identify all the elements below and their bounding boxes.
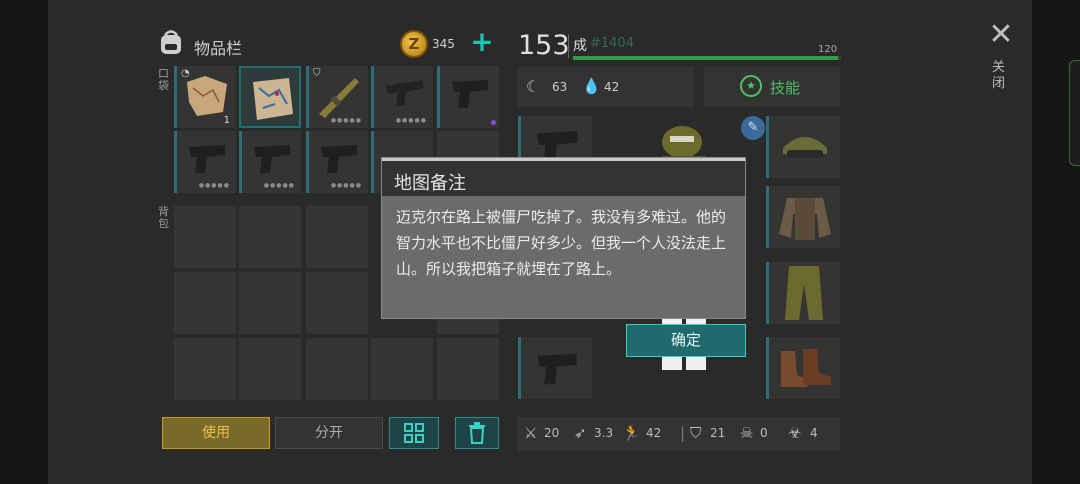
equip-slot-body[interactable]	[766, 186, 840, 248]
durability-dots: ●●●●●	[395, 117, 427, 124]
pistol-icon	[254, 145, 290, 173]
inventory-slot-smg[interactable]: ●●●●●	[371, 66, 433, 128]
player-level: 153	[518, 30, 570, 61]
dialog-body-text: 迈克尔在路上被僵尸吃掉了。我没有多难过。他的智力水平也不比僵尸好多少。但我一个人…	[396, 208, 727, 278]
durability-dots: ●●●●●	[330, 117, 362, 124]
coin-icon: Z	[400, 30, 428, 58]
inventory-slot-pistol[interactable]: ●●●●●	[239, 131, 301, 193]
backpack-label: 背包	[158, 205, 169, 230]
map-icon	[253, 78, 293, 120]
boots-icon	[781, 349, 831, 387]
divider	[568, 34, 569, 58]
armor-shield-icon: ⛉	[690, 424, 702, 442]
map-note-icon	[187, 76, 227, 116]
combat-stats-bar: ⚔ 20 ➶ 3.3 🏃 42 | ⛉ 21 ☠ 0 ☣ 4	[518, 417, 840, 451]
close-icon[interactable]: ✕	[988, 20, 1014, 50]
run-speed-icon: 🏃	[622, 424, 641, 442]
rank-id: #1404	[590, 36, 634, 51]
backpack-slot[interactable]	[174, 272, 236, 334]
item-quantity: 1	[223, 115, 230, 126]
xp-bar-fill	[573, 56, 839, 60]
food-value: 63	[552, 80, 568, 94]
inventory-title: 物品栏	[194, 39, 243, 58]
side-tab-handle[interactable]	[1069, 60, 1080, 166]
equip-slot-secondary-weapon[interactable]	[518, 337, 592, 399]
backpack-slot[interactable]	[174, 206, 236, 268]
confirm-button[interactable]: 确定	[626, 324, 746, 357]
backpack-slot[interactable]	[239, 338, 301, 400]
attack-speed-icon: ➶	[574, 424, 587, 442]
pocket-label: 口袋	[158, 67, 169, 92]
jacket-icon	[779, 198, 831, 240]
pistol-icon	[189, 145, 225, 173]
inventory-slot-pistol[interactable]	[437, 66, 499, 128]
rank-label: 成	[573, 38, 587, 54]
resist2-value: 4	[810, 426, 818, 440]
water-drop-icon: 💧	[582, 77, 601, 95]
use-button[interactable]: 使用	[162, 417, 270, 449]
repair-wrench-icon[interactable]: ✎	[741, 116, 765, 140]
equip-slot-legs[interactable]	[766, 262, 840, 324]
trash-icon	[469, 422, 485, 444]
backpack-slot[interactable]	[306, 272, 368, 334]
pistol-icon	[452, 80, 488, 108]
inventory-slot-map-2-selected[interactable]	[239, 66, 301, 128]
resist-virus-icon: ☣	[788, 424, 802, 442]
equip-slot-feet[interactable]	[766, 337, 840, 399]
star-icon: ★	[740, 75, 762, 97]
skills-button[interactable]: ★ 技能	[704, 67, 840, 107]
inventory-slot-pistol[interactable]: ●●●●●	[306, 131, 368, 193]
backpack-slot[interactable]	[306, 338, 368, 400]
sort-button[interactable]	[389, 417, 439, 449]
durability-dots: ●●●●●	[263, 182, 295, 189]
rifle-icon	[319, 78, 359, 118]
sword-icon: ⚔	[524, 424, 538, 442]
skills-label: 技能	[770, 79, 801, 97]
smg-icon	[386, 80, 424, 106]
add-coins-button[interactable]: +	[470, 28, 494, 56]
pistol-icon	[321, 145, 357, 173]
resist1-value: 0	[760, 426, 768, 440]
pistol-icon	[537, 353, 577, 385]
xp-bar	[573, 56, 841, 60]
dialog-title: 地图备注	[394, 173, 466, 194]
dialog-header: 地图备注	[382, 158, 745, 196]
backpack-slot[interactable]	[174, 338, 236, 400]
backpack-slot[interactable]	[437, 338, 499, 400]
resist-skull-icon: ☠	[740, 424, 754, 442]
backpack-slot[interactable]	[239, 206, 301, 268]
grid-sort-icon	[404, 423, 424, 443]
map-note-dialog: 地图备注 迈克尔在路上被僵尸吃掉了。我没有多难过。他的智力水平也不比僵尸好多少。…	[381, 157, 746, 319]
game-screen: 物品栏 Z 345 + 口袋 背包 ◔ 1 ⛉ ●●●●● ●●●●● ●●●●…	[0, 0, 1080, 484]
backpack-icon	[161, 30, 181, 54]
speed-value: 42	[646, 426, 662, 440]
water-value: 42	[604, 80, 620, 94]
stats-divider: |	[680, 424, 686, 442]
equip-slot-head[interactable]	[766, 116, 840, 178]
xp-max: 120	[818, 44, 838, 55]
backpack-slot[interactable]	[306, 206, 368, 268]
attack-speed-value: 3.3	[594, 426, 614, 440]
coin-count: 345	[432, 37, 455, 51]
cap-goggles-icon	[783, 137, 827, 158]
split-button[interactable]: 分开	[275, 417, 383, 449]
pants-icon	[785, 266, 823, 320]
armor-value: 21	[710, 426, 726, 440]
attack-value: 20	[544, 426, 560, 440]
stomach-icon: ☾	[526, 77, 541, 96]
durability-dots: ●●●●●	[198, 182, 230, 189]
backpack-slot[interactable]	[371, 338, 433, 400]
inventory-slot-rifle[interactable]: ⛉ ●●●●●	[306, 66, 368, 128]
screen-edge-left	[0, 0, 48, 484]
trash-button[interactable]	[455, 417, 499, 449]
backpack-slot[interactable]	[239, 272, 301, 334]
close-label[interactable]: 关闭	[992, 60, 1006, 92]
inventory-slot-pistol[interactable]: ●●●●●	[174, 131, 236, 193]
survival-stats: ☾ 63 💧 42	[518, 67, 694, 107]
rarity-indicator	[491, 120, 496, 125]
inventory-slot-map-1[interactable]: ◔ 1	[174, 66, 236, 128]
durability-dots: ●●●●●	[330, 182, 362, 189]
